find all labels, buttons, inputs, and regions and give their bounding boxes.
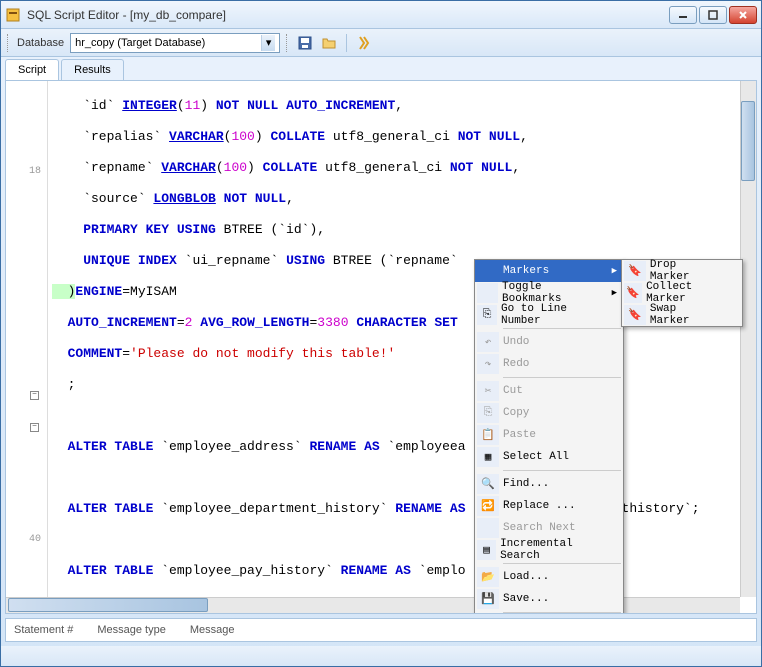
tab-script[interactable]: Script [5,59,59,80]
menu-save[interactable]: 💾Save... [475,588,623,610]
swap-marker-icon: 🔖 [624,305,646,325]
execute-icon[interactable] [355,34,373,52]
save-icon[interactable] [296,34,314,52]
toolbar-grip[interactable] [7,34,11,52]
col-msg-type: Message type [97,624,165,636]
incremental-icon: ▤ [477,540,496,560]
menu-find[interactable]: 🔍Find... [475,473,623,495]
code-editor[interactable]: 18 − − 40 `id` INTEGER(11) NOT NULL AUTO… [6,81,756,613]
replace-icon: 🔁 [477,496,499,516]
separator [503,470,621,471]
menu-search-next[interactable]: Search Next [475,517,623,539]
maximize-button[interactable] [699,6,727,24]
app-window: SQL Script Editor - [my_db_compare] Data… [0,0,762,667]
paste-icon: 📋 [477,425,499,445]
markers-submenu: 🔖Drop Marker 🔖Collect Marker 🔖Swap Marke… [621,259,743,327]
line-gutter[interactable]: 18 − − 40 [6,81,48,613]
context-menu: Markers▶ Toggle Bookmarks▶ ⎘Go to Line N… [474,259,624,613]
save-icon: 💾 [477,589,499,609]
copy-icon: ⎘ [477,403,499,423]
status-bar [1,646,761,666]
line-number: 40 [29,534,41,545]
database-value: hr_copy (Target Database) [75,37,205,49]
menu-undo[interactable]: ↶Undo [475,331,623,353]
window-controls [669,6,757,24]
redo-icon: ↷ [477,354,499,374]
toolbar: Database hr_copy (Target Database) ▾ [1,29,761,57]
editor-container: 18 − − 40 `id` INTEGER(11) NOT NULL AUTO… [5,80,757,614]
tab-results[interactable]: Results [61,59,124,80]
separator [346,34,347,52]
cut-icon: ✂ [477,381,499,401]
separator [503,377,621,378]
find-icon: 🔍 [477,474,499,494]
open-icon[interactable] [320,34,338,52]
drop-marker-icon: 🔖 [624,261,646,281]
load-icon: 📂 [477,567,499,587]
menu-swap-marker[interactable]: 🔖Swap Marker [622,304,742,326]
code-area[interactable]: `id` INTEGER(11) NOT NULL AUTO_INCREMENT… [48,81,756,613]
database-label: Database [17,37,64,49]
select-all-icon: ▦ [477,447,499,467]
collect-marker-icon: 🔖 [624,283,642,303]
titlebar[interactable]: SQL Script Editor - [my_db_compare] [1,1,761,29]
menu-goto-line[interactable]: ⎘Go to Line Number [475,304,623,326]
menu-select-all[interactable]: ▦Select All [475,446,623,468]
horizontal-scrollbar[interactable] [6,597,740,613]
menu-load[interactable]: 📂Load... [475,566,623,588]
menu-paste[interactable]: 📋Paste [475,424,623,446]
app-icon [5,7,21,23]
col-statement: Statement # [14,624,73,636]
chevron-down-icon: ▾ [261,35,275,51]
menu-cut[interactable]: ✂Cut [475,380,623,402]
fold-icon[interactable]: − [30,423,39,432]
toolbar-grip[interactable] [286,34,290,52]
menu-redo[interactable]: ↷Redo [475,353,623,375]
menu-toggle-bookmarks[interactable]: Toggle Bookmarks▶ [475,282,623,304]
menu-collect-marker[interactable]: 🔖Collect Marker [622,282,742,304]
minimize-button[interactable] [669,6,697,24]
vertical-scrollbar[interactable] [740,81,756,597]
goto-icon: ⎘ [477,305,497,325]
separator [503,612,621,613]
message-grid-header: Statement # Message type Message [5,618,757,642]
menu-markers[interactable]: Markers▶ [475,260,623,282]
fold-icon[interactable]: − [30,391,39,400]
menu-replace[interactable]: 🔁Replace ... [475,495,623,517]
tab-bar: Script Results [1,57,761,80]
col-message: Message [190,624,235,636]
close-button[interactable] [729,6,757,24]
menu-incremental[interactable]: ▤Incremental Search [475,539,623,561]
separator [503,563,621,564]
window-title: SQL Script Editor - [my_db_compare] [27,8,669,22]
database-dropdown[interactable]: hr_copy (Target Database) ▾ [70,33,280,53]
separator [503,328,621,329]
undo-icon: ↶ [477,332,499,352]
menu-drop-marker[interactable]: 🔖Drop Marker [622,260,742,282]
menu-copy[interactable]: ⎘Copy [475,402,623,424]
line-number: 18 [29,166,41,177]
